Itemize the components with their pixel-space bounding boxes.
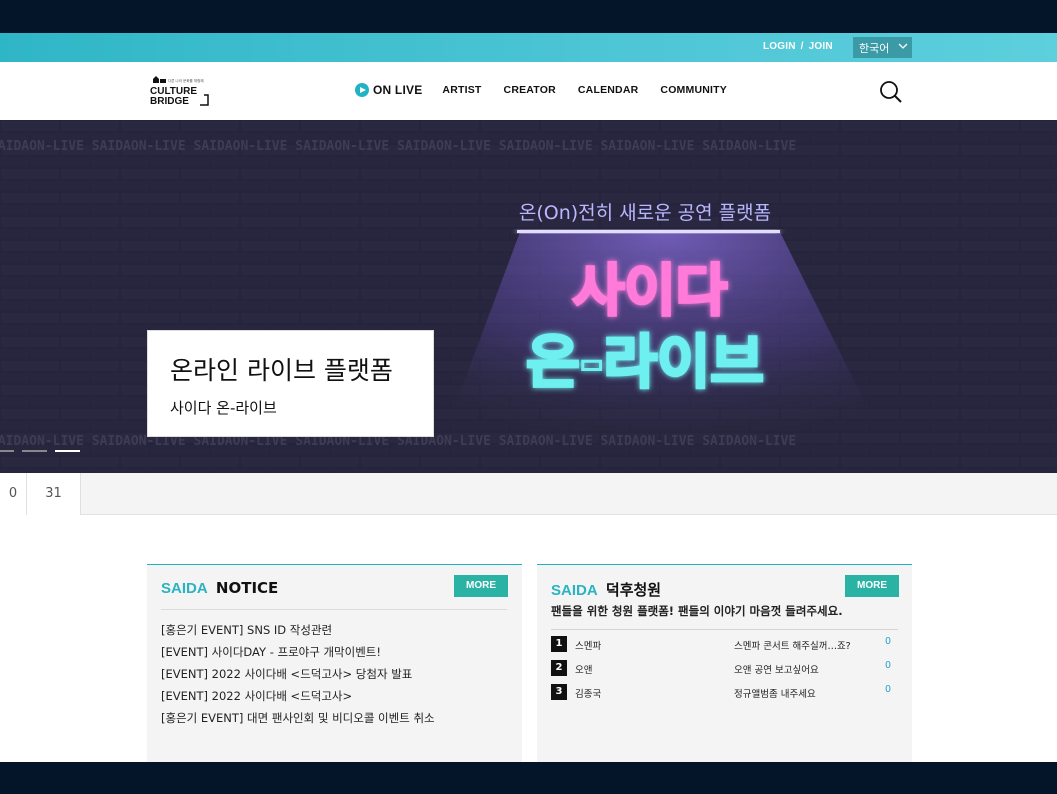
petition-panel: SAIDA 덕후청원 MORE 팬들을 위한 청원 플랫폼! 팬들의 이야기 마… [537, 564, 912, 762]
caption-title: 온라인 라이브 플랫폼 [170, 356, 393, 385]
slider-dot[interactable] [22, 450, 47, 452]
slider-indicators [0, 450, 88, 469]
hero-caption-card: 온라인 라이브 플랫폼 사이다 온-라이브 [147, 330, 434, 437]
notice-heading: SAIDA NOTICE [161, 579, 278, 597]
notice-more-button[interactable]: MORE [454, 575, 508, 597]
join-link[interactable]: JOIN [809, 41, 833, 52]
nav-onlive-label: ON LIVE [373, 83, 423, 97]
neon-saida: 사이다 [573, 259, 728, 324]
petition-count: 0 [885, 660, 892, 671]
search-button[interactable] [879, 80, 903, 104]
petition-text: 스멘파 콘서트 해주실꺼…죠? [734, 641, 851, 652]
date-cell[interactable]: 31 [27, 473, 81, 515]
caption-subtitle: 사이다 온-라이브 [170, 399, 277, 417]
notice-item[interactable]: [EVENT] 2022 사이다배 <드덕고사> 당첨자 발표 [161, 666, 435, 688]
petition-text: 오앤 공연 보고싶어요 [734, 665, 819, 676]
divider [551, 629, 898, 630]
nav-community[interactable]: COMMUNITY [660, 84, 727, 96]
petition-subtitle: 팬들을 위한 청원 플랫폼! 팬들의 이야기 마음껏 들려주세요. [551, 604, 843, 618]
notice-item[interactable]: [홍은기 EVENT] SNS ID 작성관련 [161, 622, 435, 644]
watermark-top: SAIDAON-LIVE SAIDAON-LIVE SAIDAON-LIVE S… [0, 139, 796, 154]
login-link[interactable]: LOGIN [763, 41, 796, 52]
rank-badge: 2 [551, 660, 567, 676]
petition-more-button[interactable]: MORE [845, 575, 899, 597]
notice-brand: SAIDA [161, 580, 208, 597]
chevron-down-icon [898, 41, 908, 54]
petition-artist: 스멘파 [575, 641, 602, 652]
petition-text: 정규앨범좀 내주세요 [734, 689, 816, 700]
login-join-links: LOGIN / JOIN [763, 41, 833, 52]
neon-onlive: 온-라이브 [526, 328, 764, 396]
petition-count: 0 [885, 684, 892, 695]
nav-artist[interactable]: ARTIST [442, 84, 481, 96]
divider [161, 609, 507, 610]
petition-brand: SAIDA [551, 582, 598, 599]
nav-calendar[interactable]: CALENDAR [578, 84, 639, 96]
hero-tagline: 온(On)전히 새로운 공연 플랫폼 [519, 202, 771, 224]
nav-creator[interactable]: CREATOR [504, 84, 556, 96]
culture-bridge-logo[interactable]: 다른 나라 문화를 체험해 CULTURE BRIDGE [150, 73, 210, 107]
logo-tagline: 다른 나라 문화를 체험해 [168, 78, 204, 83]
top-utility-bar: LOGIN / JOIN 한국어 [0, 33, 1057, 62]
nav-onlive[interactable]: ON LIVE [355, 83, 422, 97]
search-icon [880, 81, 902, 103]
petition-artist: 김종국 [575, 689, 602, 700]
slider-dot-active[interactable] [55, 450, 80, 452]
logo-line-2: BRIDGE [150, 96, 189, 107]
date-strip: 0 31 [0, 473, 1057, 515]
primary-nav: ON LIVE ARTIST CREATOR CALENDAR COMMUNIT… [355, 83, 749, 97]
notice-item[interactable]: [홍은기 EVENT] 대면 팬사인회 및 비디오콜 이벤트 취소 [161, 710, 435, 732]
petition-row[interactable]: 2 오앤 오앤 공연 보고싶어요 0 [551, 659, 898, 683]
notice-item[interactable]: [EVENT] 사이다DAY - 프로야구 개막이벤트! [161, 644, 435, 666]
rank-badge: 1 [551, 636, 567, 652]
petition-count: 0 [885, 636, 892, 647]
notice-item[interactable]: [EVENT] 2022 사이다배 <드덕고사> [161, 688, 435, 710]
date-cell[interactable]: 0 [0, 473, 27, 515]
rank-badge: 3 [551, 684, 567, 700]
notice-list: [홍은기 EVENT] SNS ID 작성관련 [EVENT] 사이다DAY -… [161, 622, 435, 732]
notice-panel: SAIDA NOTICE MORE [홍은기 EVENT] SNS ID 작성관… [147, 564, 522, 762]
notice-title: NOTICE [215, 579, 279, 597]
petition-list: 1 스멘파 스멘파 콘서트 해주실꺼…죠? 0 2 오앤 오앤 공연 보고싶어요… [551, 635, 898, 707]
slider-dot[interactable] [0, 450, 14, 452]
petition-heading: SAIDA 덕후청원 [551, 579, 661, 600]
petition-artist: 오앤 [575, 665, 593, 676]
language-label: 한국어 [859, 42, 890, 55]
login-separator: / [800, 41, 804, 52]
language-select[interactable]: 한국어 [853, 37, 912, 58]
petition-row[interactable]: 1 스멘파 스멘파 콘서트 해주실꺼…죠? 0 [551, 635, 898, 659]
play-icon [355, 83, 369, 97]
petition-row[interactable]: 3 김종국 정규앨범좀 내주세요 0 [551, 683, 898, 707]
petition-title: 덕후청원 [605, 581, 662, 599]
